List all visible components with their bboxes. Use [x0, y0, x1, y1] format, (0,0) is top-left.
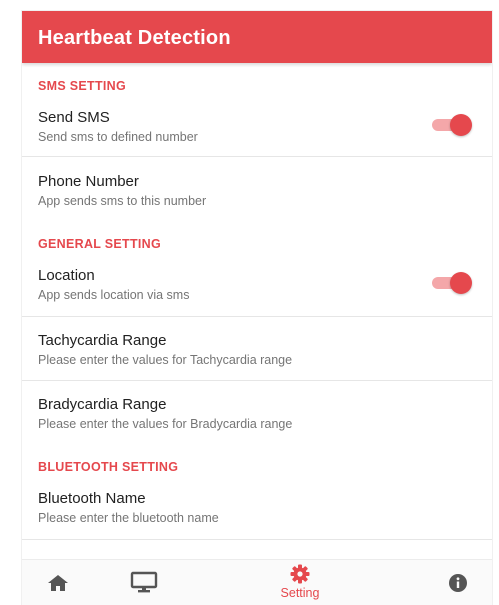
nav-monitor[interactable] — [122, 560, 166, 605]
divider — [22, 539, 492, 540]
send-sms-toggle[interactable] — [430, 113, 474, 137]
nav-setting[interactable]: Setting — [270, 560, 330, 605]
setting-title: Phone Number — [38, 173, 139, 190]
divider — [22, 316, 492, 317]
setting-title: Bluetooth Name — [38, 490, 146, 507]
location-toggle[interactable] — [430, 271, 474, 295]
setting-subtitle: App sends location via sms — [38, 288, 190, 302]
info-icon — [449, 574, 467, 592]
setting-tachycardia-range[interactable]: Tachycardia Range Please enter the value… — [22, 332, 492, 376]
divider — [22, 156, 492, 157]
section-header-general: GENERAL SETTING — [38, 237, 162, 251]
section-header-sms: SMS SETTING — [38, 79, 127, 93]
setting-title: Bradycardia Range — [38, 396, 167, 413]
section-header-bluetooth: BLUETOOTH SETTING — [38, 460, 179, 474]
bottom-navigation: Setting — [22, 559, 492, 605]
gear-icon — [290, 564, 310, 584]
setting-phone-number[interactable]: Phone Number App sends sms to this numbe… — [22, 173, 492, 217]
toggle-thumb — [450, 272, 472, 294]
monitor-icon — [130, 571, 158, 593]
setting-subtitle: Send sms to defined number — [38, 130, 198, 144]
setting-send-sms[interactable]: Send SMS Send sms to defined number — [22, 109, 492, 153]
setting-subtitle: Please enter the values for Tachycardia … — [38, 353, 293, 367]
settings-screen: Heartbeat Detection SMS SETTING Send SMS… — [22, 11, 492, 605]
setting-title: Location — [38, 267, 95, 284]
setting-title: Tachycardia Range — [38, 332, 167, 349]
app-bar: Heartbeat Detection — [22, 11, 492, 63]
setting-subtitle: Please enter the values for Bradycardia … — [38, 417, 293, 431]
divider — [22, 380, 492, 381]
setting-location[interactable]: Location App sends location via sms — [22, 267, 492, 311]
setting-subtitle: App sends sms to this number — [38, 194, 207, 208]
setting-subtitle: Please enter the bluetooth name — [38, 511, 219, 525]
setting-bradycardia-range[interactable]: Bradycardia Range Please enter the value… — [22, 396, 492, 440]
toggle-thumb — [450, 114, 472, 136]
setting-title: Send SMS — [38, 109, 110, 126]
app-title: Heartbeat Detection — [38, 27, 231, 49]
setting-bluetooth-name[interactable]: Bluetooth Name Please enter the bluetoot… — [22, 490, 492, 534]
nav-home[interactable] — [38, 560, 78, 605]
nav-setting-label: Setting — [280, 586, 320, 600]
nav-info[interactable] — [440, 560, 476, 605]
home-icon — [48, 575, 68, 591]
